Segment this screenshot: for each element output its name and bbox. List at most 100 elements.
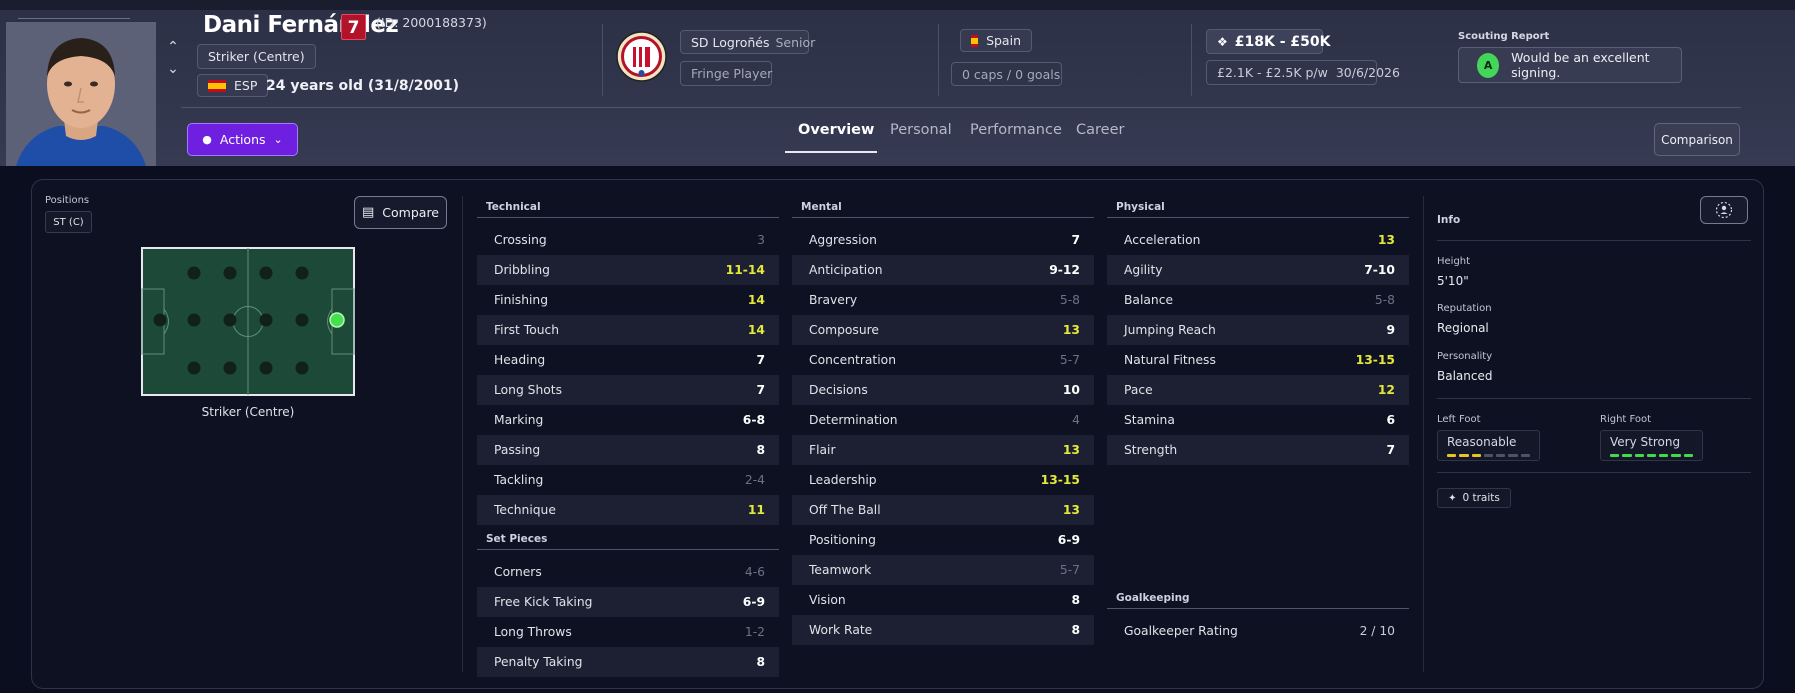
attribute-value: 1-2 <box>744 625 765 639</box>
attribute-name: Stamina <box>1124 413 1175 427</box>
attribute-row[interactable]: Long Throws 1-2 <box>477 617 779 647</box>
right-foot-box: Very Strong <box>1600 430 1703 461</box>
attribute-value: 8 <box>1071 623 1080 637</box>
transfer-value: £18K - £50K <box>1234 33 1331 50</box>
attribute-name: Finishing <box>494 293 549 307</box>
person-icon: ● <box>202 133 212 146</box>
tab-overview[interactable]: Overview <box>798 122 874 138</box>
attribute-row[interactable]: Tackling 2-4 <box>477 465 779 495</box>
attribute-value: 6-9 <box>742 595 765 609</box>
transfer-value-chip[interactable]: ❖ £18K - £50K <box>1206 29 1330 54</box>
attribute-name: Concentration <box>809 353 896 367</box>
position-chip[interactable]: Striker (Centre) <box>197 44 316 69</box>
attribute-row[interactable]: Anticipation 9-12 <box>792 255 1094 285</box>
attribute-row[interactable]: Corners 4-6 <box>477 557 779 587</box>
compare-label: Compare <box>382 205 439 220</box>
attribute-row[interactable]: Finishing 14 <box>477 285 779 315</box>
previous-player-button[interactable]: ⌃ <box>164 38 182 56</box>
attribute-row[interactable]: Goalkeeper Rating 2 / 10 <box>1107 616 1409 646</box>
meter-segment <box>1447 454 1457 457</box>
attribute-row[interactable]: Bravery 5-8 <box>792 285 1094 315</box>
attribute-row[interactable]: Stamina 6 <box>1107 405 1409 435</box>
attribute-row[interactable]: Teamwork 5-7 <box>792 555 1094 585</box>
squad-status-chip[interactable]: Fringe Player <box>680 61 772 86</box>
compare-button[interactable]: ▤ Compare <box>354 196 447 229</box>
attribute-value: 7 <box>756 353 765 367</box>
attribute-row[interactable]: Balance 5-8 <box>1107 285 1409 315</box>
header-divider <box>1191 24 1192 96</box>
tab-career[interactable]: Career <box>1076 122 1124 138</box>
attribute-name: Teamwork <box>809 563 872 577</box>
goalkeeping-title: Goalkeeping <box>1116 592 1190 604</box>
attribute-row[interactable]: Agility 7-10 <box>1107 255 1409 285</box>
attribute-name: Bravery <box>809 293 858 307</box>
attribute-row[interactable]: Dribbling 11-14 <box>477 255 779 285</box>
attribute-row[interactable]: Aggression 7 <box>792 225 1094 255</box>
next-player-button[interactable]: ⌄ <box>164 60 182 78</box>
attribute-row[interactable]: Jumping Reach 9 <box>1107 315 1409 345</box>
attribute-value: 6-9 <box>1057 533 1080 547</box>
position-code-chip[interactable]: ST (C) <box>45 211 92 233</box>
meter-segment <box>1508 454 1518 457</box>
tab-performance[interactable]: Performance <box>970 122 1062 138</box>
traits-count: 0 traits <box>1462 492 1500 504</box>
squad-status: Fringe Player <box>691 66 773 81</box>
height-value: 5'10" <box>1437 274 1469 288</box>
attribute-row[interactable]: Penalty Taking 8 <box>477 647 779 677</box>
attribute-value: 2-4 <box>744 473 765 487</box>
attribute-row[interactable]: Flair 13 <box>792 435 1094 465</box>
attribute-row[interactable]: Decisions 10 <box>792 375 1094 405</box>
active-tab-indicator <box>785 151 877 153</box>
attribute-row[interactable]: Natural Fitness 13-15 <box>1107 345 1409 375</box>
nation-chip[interactable]: Spain <box>960 29 1032 52</box>
attribute-row[interactable]: Passing 8 <box>477 435 779 465</box>
compare-icon: ▤ <box>362 205 375 220</box>
comparison-button[interactable]: Comparison <box>1654 123 1740 156</box>
spain-flag-icon <box>971 34 979 47</box>
attribute-row[interactable]: Strength 7 <box>1107 435 1409 465</box>
attribute-row[interactable]: Heading 7 <box>477 345 779 375</box>
set-pieces-title: Set Pieces <box>486 533 548 545</box>
positions-label: Positions <box>45 195 90 206</box>
attribute-row[interactable]: Pace 12 <box>1107 375 1409 405</box>
attribute-row[interactable]: Technique 11 <box>477 495 779 525</box>
attribute-row[interactable]: Long Shots 7 <box>477 375 779 405</box>
scouting-report-box[interactable]: A Would be an excellent signing. <box>1458 47 1682 83</box>
attribute-value: 13 <box>1062 323 1080 337</box>
attribute-row[interactable]: Leadership 13-15 <box>792 465 1094 495</box>
attribute-value: 13-15 <box>1355 353 1395 367</box>
attribute-row[interactable]: Free Kick Taking 6-9 <box>477 587 779 617</box>
attribute-row[interactable]: Crossing 3 <box>477 225 779 255</box>
attribute-value: 5-8 <box>1059 293 1080 307</box>
person-focus-icon <box>1715 201 1733 219</box>
attribute-name: Tackling <box>494 473 544 487</box>
attribute-row[interactable]: Determination 4 <box>792 405 1094 435</box>
actions-button[interactable]: ● Actions ⌄ <box>187 123 298 156</box>
attribute-name: Crossing <box>494 233 547 247</box>
tab-personal[interactable]: Personal <box>890 122 952 138</box>
nationality-chip[interactable]: ESP <box>197 74 269 97</box>
traits-chip[interactable]: ✦ 0 traits <box>1437 488 1511 508</box>
info-settings-button[interactable] <box>1700 196 1748 224</box>
attribute-row[interactable]: Composure 13 <box>792 315 1094 345</box>
right-foot-value: Very Strong <box>1610 435 1681 449</box>
header-divider <box>938 24 939 96</box>
attribute-name: First Touch <box>494 323 560 337</box>
attribute-row[interactable]: Concentration 5-7 <box>792 345 1094 375</box>
attribute-row[interactable]: Marking 6-8 <box>477 405 779 435</box>
attribute-name: Dribbling <box>494 263 550 277</box>
attribute-row[interactable]: Acceleration 13 <box>1107 225 1409 255</box>
squad-number-badge: 7 <box>341 14 366 40</box>
club-chip[interactable]: SD Logroñés Senior <box>680 30 815 54</box>
meter-segment <box>1496 454 1506 457</box>
attribute-row[interactable]: First Touch 14 <box>477 315 779 345</box>
attribute-row[interactable]: Vision 8 <box>792 585 1094 615</box>
attribute-row[interactable]: Positioning 6-9 <box>792 525 1094 555</box>
attribute-name: Goalkeeper Rating <box>1124 624 1238 638</box>
info-title: Info <box>1437 214 1461 226</box>
player-age: 24 years old (31/8/2001) <box>266 78 460 94</box>
club-level: Senior <box>775 34 816 50</box>
attribute-row[interactable]: Work Rate 8 <box>792 615 1094 645</box>
attribute-row[interactable]: Off The Ball 13 <box>792 495 1094 525</box>
club-crest-icon[interactable] <box>616 31 667 82</box>
